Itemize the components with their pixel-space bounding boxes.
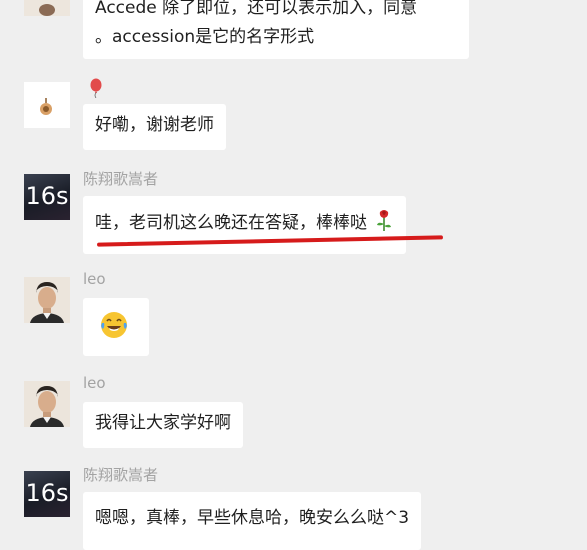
avatar[interactable] bbox=[24, 82, 70, 128]
avatar-label: 16s bbox=[25, 182, 69, 210]
avatar[interactable]: 16s bbox=[24, 174, 70, 220]
message-bubble[interactable]: 好嘞，谢谢老师 bbox=[83, 104, 226, 150]
avatar-label: 16s bbox=[25, 479, 69, 507]
avatar[interactable] bbox=[24, 0, 70, 16]
message-bubble[interactable] bbox=[83, 298, 149, 356]
sender-name: 陈翔歌嵩者 bbox=[83, 466, 159, 484]
message-bubble[interactable]: Accede 除了即位，还可以表示加入，同意 。accession是它的名字形式 bbox=[83, 0, 469, 59]
ornament-avatar-icon bbox=[24, 82, 70, 128]
avatar[interactable] bbox=[24, 277, 70, 323]
message-text: 嗯嗯，真棒，早些休息哈，晚安么么哒^3 bbox=[95, 508, 410, 528]
sender-name: 陈翔歌嵩者 bbox=[83, 170, 159, 188]
rose-icon bbox=[377, 210, 392, 231]
person-avatar-icon bbox=[24, 381, 70, 427]
tears-of-joy-icon bbox=[101, 312, 127, 338]
message-bubble[interactable]: 我得让大家学好啊 bbox=[83, 402, 243, 448]
message-text: 哇，老司机这么晚还在答疑，棒棒哒 bbox=[95, 213, 367, 233]
person-avatar-icon bbox=[24, 277, 70, 323]
avatar[interactable]: 16s bbox=[24, 471, 70, 517]
person-avatar-icon bbox=[24, 0, 70, 16]
message-bubble[interactable]: 嗯嗯，真棒，早些休息哈，晚安么么哒^3 bbox=[83, 492, 422, 550]
message-line: 。accession是它的名字形式 bbox=[95, 27, 315, 47]
sender-name: leo bbox=[83, 374, 106, 392]
message-line: Accede 除了即位，还可以表示加入，同意 bbox=[95, 0, 418, 18]
sender-name: leo bbox=[83, 270, 106, 288]
message-text: 好嘞，谢谢老师 bbox=[95, 115, 214, 135]
avatar[interactable] bbox=[24, 381, 70, 427]
message-text: 我得让大家学好啊 bbox=[95, 413, 231, 433]
balloon-icon bbox=[90, 78, 102, 98]
